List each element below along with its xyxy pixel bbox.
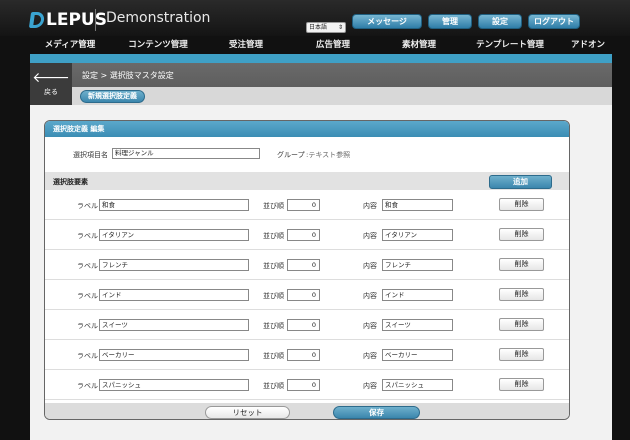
- row-order-input[interactable]: 0: [287, 229, 320, 241]
- nav-addons[interactable]: アドオン: [558, 37, 618, 54]
- breadcrumb: 設定 > 選択肢マスタ設定: [82, 71, 174, 80]
- row-label-caption: ラベル: [77, 352, 98, 360]
- app-window: LEPUS Demonstration 日本語 ⇕ メッセージ 管理 設定 ログ…: [0, 0, 630, 440]
- row-content-caption: 内容: [363, 352, 377, 360]
- row-content-caption: 内容: [363, 202, 377, 210]
- choice-row: ラベル イタリアン 並び順 0 内容 イタリアン 削除: [45, 220, 569, 250]
- row-content-input[interactable]: スイーツ: [382, 319, 453, 331]
- main-nav: メディア管理 コンテンツ管理 受注管理 広告管理 素材管理 テンプレート管理 ア…: [0, 37, 630, 54]
- choice-row: ラベル ベーカリー 並び順 0 内容 ベーカリー 削除: [45, 340, 569, 370]
- row-label-caption: ラベル: [77, 382, 98, 390]
- elements-label: 選択肢要素: [53, 178, 88, 186]
- row-content-input[interactable]: 和食: [382, 199, 453, 211]
- choice-row: ラベル 和食 並び順 0 内容 和食 削除: [45, 190, 569, 220]
- back-button[interactable]: 🡐 戻る: [30, 63, 72, 105]
- nav-media[interactable]: メディア管理: [26, 37, 114, 54]
- row-content-input[interactable]: インド: [382, 289, 453, 301]
- item-name-row: 選択項目名 料理ジャンル グループ :テキスト参照: [45, 138, 569, 172]
- row-order-input[interactable]: 0: [287, 199, 320, 211]
- row-content-input[interactable]: ベーカリー: [382, 349, 453, 361]
- select-arrows-icon: ⇕: [337, 24, 343, 31]
- language-select-value: 日本語: [309, 24, 328, 31]
- row-label-caption: ラベル: [77, 232, 98, 240]
- choice-row: ラベル スイーツ 並び順 0 内容 スイーツ 削除: [45, 310, 569, 340]
- row-delete-button[interactable]: 削除: [499, 348, 544, 361]
- nav-ads[interactable]: 広告管理: [290, 37, 376, 54]
- row-order-caption: 並び順: [263, 382, 284, 390]
- back-arrow-icon: 🡐: [32, 70, 70, 86]
- row-delete-button[interactable]: 削除: [499, 378, 544, 391]
- row-order-input[interactable]: 0: [287, 379, 320, 391]
- row-content-caption: 内容: [363, 292, 377, 300]
- language-select[interactable]: 日本語 ⇕: [306, 22, 346, 33]
- reset-button[interactable]: リセット: [205, 406, 290, 419]
- logo-text: LEPUS: [46, 10, 107, 30]
- nav-materials[interactable]: 素材管理: [376, 37, 462, 54]
- app-title: Demonstration: [106, 10, 211, 26]
- row-content-input[interactable]: イタリアン: [382, 229, 453, 241]
- row-label-caption: ラベル: [77, 202, 98, 210]
- row-order-caption: 並び順: [263, 262, 284, 270]
- row-order-caption: 並び順: [263, 292, 284, 300]
- group-value: :テキスト参照: [306, 151, 351, 159]
- row-content-caption: 内容: [363, 232, 377, 240]
- accent-stripe: [30, 54, 612, 63]
- page-content: 🡐 戻る 設定 > 選択肢マスタ設定 新規選択肢定義 選択肢定義 編集 選択項目…: [30, 54, 612, 440]
- row-order-input[interactable]: 0: [287, 259, 320, 271]
- row-order-caption: 並び順: [263, 202, 284, 210]
- row-delete-button[interactable]: 削除: [499, 288, 544, 301]
- top-header: LEPUS Demonstration 日本語 ⇕ メッセージ 管理 設定 ログ…: [0, 0, 630, 36]
- row-delete-button[interactable]: 削除: [499, 258, 544, 271]
- row-order-input[interactable]: 0: [287, 289, 320, 301]
- row-label-input[interactable]: 和食: [99, 199, 249, 211]
- row-label-caption: ラベル: [77, 262, 98, 270]
- row-order-caption: 並び順: [263, 352, 284, 360]
- nav-orders[interactable]: 受注管理: [202, 37, 290, 54]
- row-delete-button[interactable]: 削除: [499, 228, 544, 241]
- row-content-caption: 内容: [363, 262, 377, 270]
- row-content-caption: 内容: [363, 322, 377, 330]
- save-button[interactable]: 保存: [333, 406, 420, 419]
- row-order-input[interactable]: 0: [287, 349, 320, 361]
- row-content-input[interactable]: フレンチ: [382, 259, 453, 271]
- row-label-input[interactable]: フレンチ: [99, 259, 249, 271]
- row-label-input[interactable]: スパニッシュ: [99, 379, 249, 391]
- row-order-input[interactable]: 0: [287, 319, 320, 331]
- row-label-input[interactable]: ベーカリー: [99, 349, 249, 361]
- row-label-caption: ラベル: [77, 322, 98, 330]
- row-delete-button[interactable]: 削除: [499, 318, 544, 331]
- choice-row: ラベル フレンチ 並び順 0 内容 フレンチ 削除: [45, 250, 569, 280]
- row-content-input[interactable]: スパニッシュ: [382, 379, 453, 391]
- message-button[interactable]: メッセージ: [352, 14, 422, 29]
- action-bar: [72, 87, 612, 105]
- row-content-caption: 内容: [363, 382, 377, 390]
- row-label-input[interactable]: インド: [99, 289, 249, 301]
- panel-footer: [45, 403, 569, 419]
- item-name-input[interactable]: 料理ジャンル: [112, 148, 260, 159]
- add-button[interactable]: 追加: [489, 175, 552, 189]
- logo-mark-icon: [28, 12, 46, 28]
- edit-panel: 選択肢定義 編集 選択項目名 料理ジャンル グループ :テキスト参照 選択肢要素…: [44, 120, 570, 420]
- new-choice-definition-button[interactable]: 新規選択肢定義: [80, 90, 145, 103]
- choice-row: ラベル スパニッシュ 並び順 0 内容 スパニッシュ 削除: [45, 370, 569, 400]
- row-label-input[interactable]: イタリアン: [99, 229, 249, 241]
- group-label: グループ: [277, 151, 305, 159]
- header-divider: [95, 9, 96, 31]
- choice-row: ラベル インド 並び順 0 内容 インド 削除: [45, 280, 569, 310]
- row-delete-button[interactable]: 削除: [499, 198, 544, 211]
- nav-templates[interactable]: テンプレート管理: [462, 37, 558, 54]
- back-label: 戻る: [44, 88, 58, 96]
- admin-button[interactable]: 管理: [428, 14, 472, 29]
- panel-title: 選択肢定義 編集: [45, 121, 569, 137]
- logout-button[interactable]: ログアウト: [528, 14, 580, 29]
- settings-button[interactable]: 設定: [478, 14, 522, 29]
- row-label-input[interactable]: スイーツ: [99, 319, 249, 331]
- item-name-label: 選択項目名: [73, 151, 108, 159]
- row-order-caption: 並び順: [263, 232, 284, 240]
- row-order-caption: 並び順: [263, 322, 284, 330]
- nav-contents[interactable]: コンテンツ管理: [114, 37, 202, 54]
- row-label-caption: ラベル: [77, 292, 98, 300]
